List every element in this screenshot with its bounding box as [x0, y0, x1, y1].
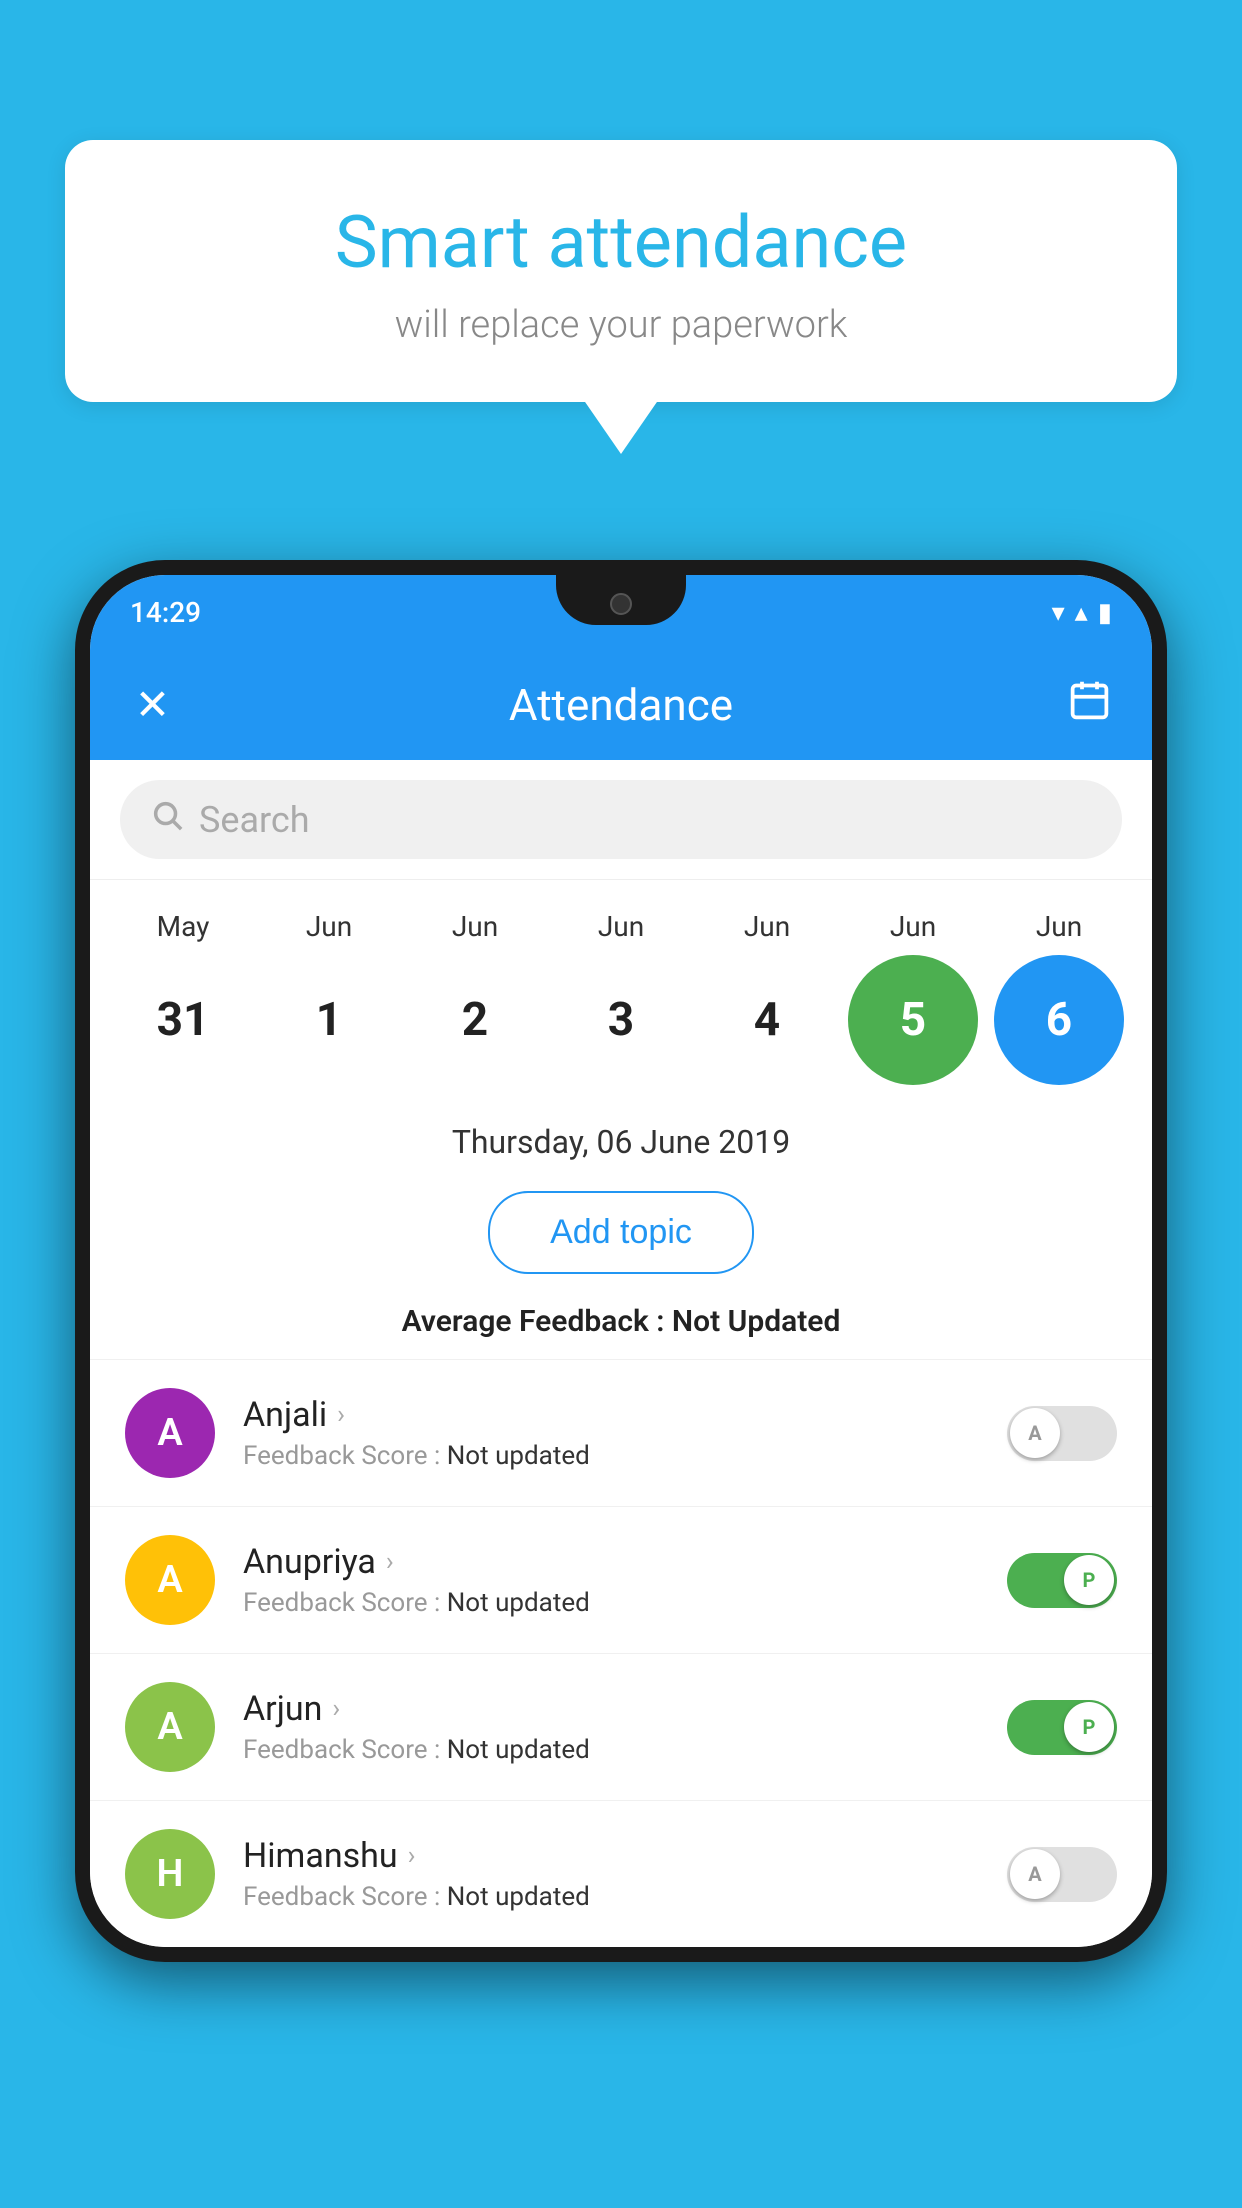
cal-month-0: May [118, 910, 248, 943]
cal-date-3[interactable]: 3 [556, 955, 686, 1085]
cal-month-6: Jun [994, 910, 1124, 943]
calendar-strip: May Jun Jun Jun Jun Jun Jun 31 1 2 3 4 [90, 880, 1152, 1095]
average-feedback: Average Feedback : Not Updated [90, 1289, 1152, 1359]
toggle-container-arjun[interactable]: P [1007, 1700, 1117, 1755]
attendance-toggle-anjali[interactable]: A [1007, 1406, 1117, 1461]
avg-feedback-value: Not Updated [672, 1304, 840, 1339]
cal-month-5: Jun [848, 910, 978, 943]
status-icons: ▾ ▴ ▮ [1052, 598, 1112, 628]
avatar-himanshu: H [125, 1829, 215, 1919]
student-item-arjun[interactable]: A Arjun › Feedback Score : Not updated [90, 1653, 1152, 1800]
calendar-icon[interactable] [1062, 678, 1117, 733]
student-name-himanshu: Himanshu › [243, 1836, 1007, 1876]
avg-feedback-label: Average Feedback : [402, 1304, 672, 1339]
toggle-container-anupriya[interactable]: P [1007, 1553, 1117, 1608]
app-bar: ✕ Attendance [90, 650, 1152, 760]
cal-date-2[interactable]: 2 [410, 955, 540, 1085]
status-time: 14:29 [130, 596, 201, 629]
app-bar-title: Attendance [180, 679, 1062, 731]
speech-bubble-container: Smart attendance will replace your paper… [65, 140, 1177, 402]
student-feedback-anupriya: Feedback Score : Not updated [243, 1588, 1007, 1618]
chevron-right-icon: › [386, 1547, 394, 1577]
battery-icon: ▮ [1098, 598, 1112, 628]
cal-month-4: Jun [702, 910, 832, 943]
student-info-himanshu: Himanshu › Feedback Score : Not updated [243, 1836, 1007, 1912]
student-feedback-himanshu: Feedback Score : Not updated [243, 1882, 1007, 1912]
search-container: Search [90, 760, 1152, 880]
toggle-container-anjali[interactable]: A [1007, 1406, 1117, 1461]
search-bar[interactable]: Search [120, 780, 1122, 859]
chevron-right-icon: › [337, 1400, 345, 1430]
attendance-toggle-anupriya[interactable]: P [1007, 1553, 1117, 1608]
student-item-anupriya[interactable]: A Anupriya › Feedback Score : Not update… [90, 1506, 1152, 1653]
phone-screen: 14:29 ▾ ▴ ▮ ✕ Attendance [90, 575, 1152, 1947]
cal-month-3: Jun [556, 910, 686, 943]
avatar-anjali: A [125, 1388, 215, 1478]
search-icon [150, 798, 184, 841]
toggle-knob-arjun: P [1064, 1702, 1114, 1752]
add-topic-button[interactable]: Add topic [488, 1191, 754, 1274]
avatar-anupriya: A [125, 1535, 215, 1625]
calendar-dates: 31 1 2 3 4 5 6 [110, 955, 1132, 1085]
wifi-icon: ▾ [1052, 598, 1065, 628]
cal-date-4[interactable]: 4 [702, 955, 832, 1085]
phone-container: 14:29 ▾ ▴ ▮ ✕ Attendance [75, 560, 1167, 2208]
student-name-arjun: Arjun › [243, 1689, 1007, 1729]
cal-month-1: Jun [264, 910, 394, 943]
add-topic-container: Add topic [90, 1176, 1152, 1289]
close-button[interactable]: ✕ [125, 680, 180, 730]
bubble-title: Smart attendance [115, 200, 1127, 285]
student-name-anupriya: Anupriya › [243, 1542, 1007, 1582]
phone-frame: 14:29 ▾ ▴ ▮ ✕ Attendance [75, 560, 1167, 1962]
student-info-anjali: Anjali › Feedback Score : Not updated [243, 1395, 1007, 1471]
selected-date: Thursday, 06 June 2019 [90, 1095, 1152, 1176]
toggle-knob-anupriya: P [1064, 1555, 1114, 1605]
chevron-right-icon: › [408, 1841, 416, 1871]
attendance-toggle-himanshu[interactable]: A [1007, 1847, 1117, 1902]
student-item-anjali[interactable]: A Anjali › Feedback Score : Not updated [90, 1359, 1152, 1506]
cal-date-5-today[interactable]: 5 [848, 955, 978, 1085]
speech-bubble: Smart attendance will replace your paper… [65, 140, 1177, 402]
status-bar: 14:29 ▾ ▴ ▮ [90, 575, 1152, 650]
cal-date-31[interactable]: 31 [118, 955, 248, 1085]
student-info-arjun: Arjun › Feedback Score : Not updated [243, 1689, 1007, 1765]
student-feedback-arjun: Feedback Score : Not updated [243, 1735, 1007, 1765]
student-item-himanshu[interactable]: H Himanshu › Feedback Score : Not update… [90, 1800, 1152, 1947]
student-list: A Anjali › Feedback Score : Not updated [90, 1359, 1152, 1947]
student-name-anjali: Anjali › [243, 1395, 1007, 1435]
cal-month-2: Jun [410, 910, 540, 943]
chevron-right-icon: › [332, 1694, 340, 1724]
notch-area: 14:29 ▾ ▴ ▮ [90, 575, 1152, 650]
avatar-arjun: A [125, 1682, 215, 1772]
toggle-container-himanshu[interactable]: A [1007, 1847, 1117, 1902]
calendar-months: May Jun Jun Jun Jun Jun Jun [110, 910, 1132, 943]
attendance-toggle-arjun[interactable]: P [1007, 1700, 1117, 1755]
cal-date-6-selected[interactable]: 6 [994, 955, 1124, 1085]
cal-date-1[interactable]: 1 [264, 955, 394, 1085]
student-info-anupriya: Anupriya › Feedback Score : Not updated [243, 1542, 1007, 1618]
toggle-knob-anjali: A [1010, 1408, 1060, 1458]
signal-icon: ▴ [1075, 598, 1088, 628]
toggle-knob-himanshu: A [1010, 1849, 1060, 1899]
student-feedback-anjali: Feedback Score : Not updated [243, 1441, 1007, 1471]
bubble-subtitle: will replace your paperwork [115, 303, 1127, 347]
search-input[interactable]: Search [199, 799, 310, 841]
